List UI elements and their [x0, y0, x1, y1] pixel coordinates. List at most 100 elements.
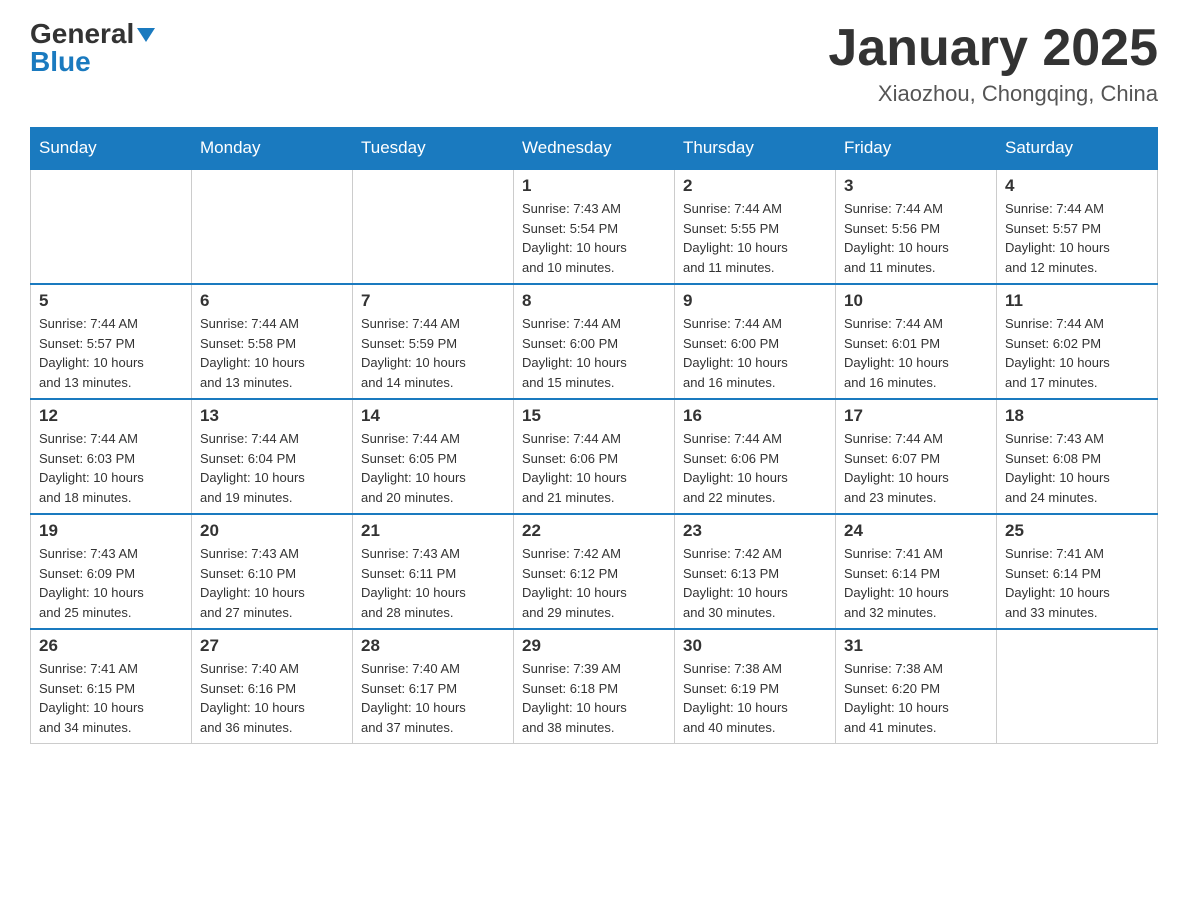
- day-info: Sunrise: 7:44 AMSunset: 6:06 PMDaylight:…: [683, 429, 827, 507]
- calendar-cell-w4-d5: 23Sunrise: 7:42 AMSunset: 6:13 PMDayligh…: [675, 514, 836, 629]
- day-info: Sunrise: 7:43 AMSunset: 5:54 PMDaylight:…: [522, 199, 666, 277]
- calendar-cell-w3-d6: 17 Sunrise: 7:44 AMSunset: 6:07 PMDayligh…: [836, 399, 997, 514]
- calendar-cell-w3-d1: 12Sunrise: 7:44 AMSunset: 6:03 PMDayligh…: [31, 399, 192, 514]
- logo-general-line: General: [30, 20, 155, 48]
- day-info: Sunrise: 7:44 AMSunset: 5:55 PMDaylight:…: [683, 199, 827, 277]
- header-sunday: Sunday: [31, 128, 192, 170]
- day-number: 18: [1005, 406, 1149, 426]
- day-info: Sunrise: 7:40 AMSunset: 6:17 PMDaylight:…: [361, 659, 505, 737]
- day-number: 6: [200, 291, 344, 311]
- calendar-cell-w3-d5: 16 Sunrise: 7:44 AMSunset: 6:06 PMDayligh…: [675, 399, 836, 514]
- day-info: Sunrise: 7:44 AMSunset: 6:04 PMDaylight:…: [200, 429, 344, 507]
- day-info: Sunrise: 7:38 AMSunset: 6:19 PMDaylight:…: [683, 659, 827, 737]
- day-number: 24: [844, 521, 988, 541]
- day-info: Sunrise: 7:41 AMSunset: 6:15 PMDaylight:…: [39, 659, 183, 737]
- day-number: 11: [1005, 291, 1149, 311]
- calendar-cell-w1-d4: 1 Sunrise: 7:43 AMSunset: 5:54 PMDaylight…: [514, 169, 675, 284]
- day-info: Sunrise: 7:44 AMSunset: 6:02 PMDaylight:…: [1005, 314, 1149, 392]
- day-info: Sunrise: 7:44 AMSunset: 5:56 PMDaylight:…: [844, 199, 988, 277]
- day-info: Sunrise: 7:44 AMSunset: 5:57 PMDaylight:…: [1005, 199, 1149, 277]
- day-number: 16: [683, 406, 827, 426]
- header-monday: Monday: [192, 128, 353, 170]
- day-info: Sunrise: 7:44 AMSunset: 5:59 PMDaylight:…: [361, 314, 505, 392]
- calendar-cell-w1-d3: [353, 169, 514, 284]
- calendar-week-3: 12Sunrise: 7:44 AMSunset: 6:03 PMDayligh…: [31, 399, 1158, 514]
- calendar-cell-w5-d7: [997, 629, 1158, 744]
- day-info: Sunrise: 7:41 AMSunset: 6:14 PMDaylight:…: [844, 544, 988, 622]
- calendar-cell-w2-d7: 11 Sunrise: 7:44 AMSunset: 6:02 PMDayligh…: [997, 284, 1158, 399]
- calendar-cell-w3-d3: 14 Sunrise: 7:44 AMSunset: 6:05 PMDayligh…: [353, 399, 514, 514]
- calendar-week-2: 5Sunrise: 7:44 AMSunset: 5:57 PMDaylight…: [31, 284, 1158, 399]
- title-block: January 2025 Xiaozhou, Chongqing, China: [828, 20, 1158, 107]
- day-number: 28: [361, 636, 505, 656]
- day-info: Sunrise: 7:38 AMSunset: 6:20 PMDaylight:…: [844, 659, 988, 737]
- logo-triangle-icon: [137, 28, 155, 42]
- day-number: 31: [844, 636, 988, 656]
- day-number: 26: [39, 636, 183, 656]
- day-info: Sunrise: 7:44 AMSunset: 6:07 PMDaylight:…: [844, 429, 988, 507]
- day-number: 4: [1005, 176, 1149, 196]
- header-friday: Friday: [836, 128, 997, 170]
- day-info: Sunrise: 7:44 AMSunset: 6:06 PMDaylight:…: [522, 429, 666, 507]
- weekday-header-row: Sunday Monday Tuesday Wednesday Thursday…: [31, 128, 1158, 170]
- day-number: 17: [844, 406, 988, 426]
- day-number: 27: [200, 636, 344, 656]
- day-info: Sunrise: 7:43 AMSunset: 6:08 PMDaylight:…: [1005, 429, 1149, 507]
- calendar-week-4: 19 Sunrise: 7:43 AMSunset: 6:09 PMDayligh…: [31, 514, 1158, 629]
- logo: General Blue: [30, 20, 155, 76]
- day-info: Sunrise: 7:44 AMSunset: 6:05 PMDaylight:…: [361, 429, 505, 507]
- day-number: 29: [522, 636, 666, 656]
- day-info: Sunrise: 7:44 AMSunset: 5:57 PMDaylight:…: [39, 314, 183, 392]
- calendar-cell-w2-d4: 8 Sunrise: 7:44 AMSunset: 6:00 PMDaylight…: [514, 284, 675, 399]
- day-info: Sunrise: 7:44 AMSunset: 6:00 PMDaylight:…: [522, 314, 666, 392]
- day-info: Sunrise: 7:43 AMSunset: 6:10 PMDaylight:…: [200, 544, 344, 622]
- day-number: 9: [683, 291, 827, 311]
- calendar-cell-w2-d6: 10 Sunrise: 7:44 AMSunset: 6:01 PMDayligh…: [836, 284, 997, 399]
- month-title: January 2025: [828, 20, 1158, 77]
- calendar-cell-w1-d1: [31, 169, 192, 284]
- header-wednesday: Wednesday: [514, 128, 675, 170]
- calendar-cell-w1-d2: [192, 169, 353, 284]
- calendar-cell-w4-d2: 20 Sunrise: 7:43 AMSunset: 6:10 PMDayligh…: [192, 514, 353, 629]
- day-number: 1: [522, 176, 666, 196]
- day-number: 19: [39, 521, 183, 541]
- calendar-cell-w1-d6: 3 Sunrise: 7:44 AMSunset: 5:56 PMDaylight…: [836, 169, 997, 284]
- calendar-cell-w4-d3: 21 Sunrise: 7:43 AMSunset: 6:11 PMDayligh…: [353, 514, 514, 629]
- calendar-cell-w3-d7: 18 Sunrise: 7:43 AMSunset: 6:08 PMDayligh…: [997, 399, 1158, 514]
- day-info: Sunrise: 7:44 AMSunset: 6:00 PMDaylight:…: [683, 314, 827, 392]
- day-number: 3: [844, 176, 988, 196]
- calendar-cell-w4-d1: 19 Sunrise: 7:43 AMSunset: 6:09 PMDayligh…: [31, 514, 192, 629]
- day-number: 21: [361, 521, 505, 541]
- day-number: 10: [844, 291, 988, 311]
- calendar-cell-w4-d4: 22 Sunrise: 7:42 AMSunset: 6:12 PMDayligh…: [514, 514, 675, 629]
- calendar-cell-w1-d5: 2 Sunrise: 7:44 AMSunset: 5:55 PMDaylight…: [675, 169, 836, 284]
- calendar-cell-w5-d1: 26 Sunrise: 7:41 AMSunset: 6:15 PMDayligh…: [31, 629, 192, 744]
- calendar-cell-w2-d1: 5Sunrise: 7:44 AMSunset: 5:57 PMDaylight…: [31, 284, 192, 399]
- calendar-cell-w1-d7: 4 Sunrise: 7:44 AMSunset: 5:57 PMDaylight…: [997, 169, 1158, 284]
- day-number: 2: [683, 176, 827, 196]
- calendar-cell-w2-d2: 6Sunrise: 7:44 AMSunset: 5:58 PMDaylight…: [192, 284, 353, 399]
- calendar-cell-w2-d5: 9 Sunrise: 7:44 AMSunset: 6:00 PMDaylight…: [675, 284, 836, 399]
- day-info: Sunrise: 7:43 AMSunset: 6:09 PMDaylight:…: [39, 544, 183, 622]
- day-number: 23: [683, 521, 827, 541]
- calendar-cell-w5-d2: 27Sunrise: 7:40 AMSunset: 6:16 PMDayligh…: [192, 629, 353, 744]
- calendar-cell-w3-d2: 13Sunrise: 7:44 AMSunset: 6:04 PMDayligh…: [192, 399, 353, 514]
- calendar-week-1: 1 Sunrise: 7:43 AMSunset: 5:54 PMDaylight…: [31, 169, 1158, 284]
- calendar-cell-w3-d4: 15 Sunrise: 7:44 AMSunset: 6:06 PMDayligh…: [514, 399, 675, 514]
- day-info: Sunrise: 7:41 AMSunset: 6:14 PMDaylight:…: [1005, 544, 1149, 622]
- day-info: Sunrise: 7:39 AMSunset: 6:18 PMDaylight:…: [522, 659, 666, 737]
- day-number: 22: [522, 521, 666, 541]
- day-info: Sunrise: 7:44 AMSunset: 6:01 PMDaylight:…: [844, 314, 988, 392]
- day-number: 30: [683, 636, 827, 656]
- day-number: 12: [39, 406, 183, 426]
- day-number: 15: [522, 406, 666, 426]
- header-thursday: Thursday: [675, 128, 836, 170]
- day-number: 8: [522, 291, 666, 311]
- day-info: Sunrise: 7:42 AMSunset: 6:12 PMDaylight:…: [522, 544, 666, 622]
- day-info: Sunrise: 7:43 AMSunset: 6:11 PMDaylight:…: [361, 544, 505, 622]
- location: Xiaozhou, Chongqing, China: [828, 81, 1158, 107]
- day-number: 20: [200, 521, 344, 541]
- calendar-cell-w5-d5: 30 Sunrise: 7:38 AMSunset: 6:19 PMDayligh…: [675, 629, 836, 744]
- header-saturday: Saturday: [997, 128, 1158, 170]
- day-number: 14: [361, 406, 505, 426]
